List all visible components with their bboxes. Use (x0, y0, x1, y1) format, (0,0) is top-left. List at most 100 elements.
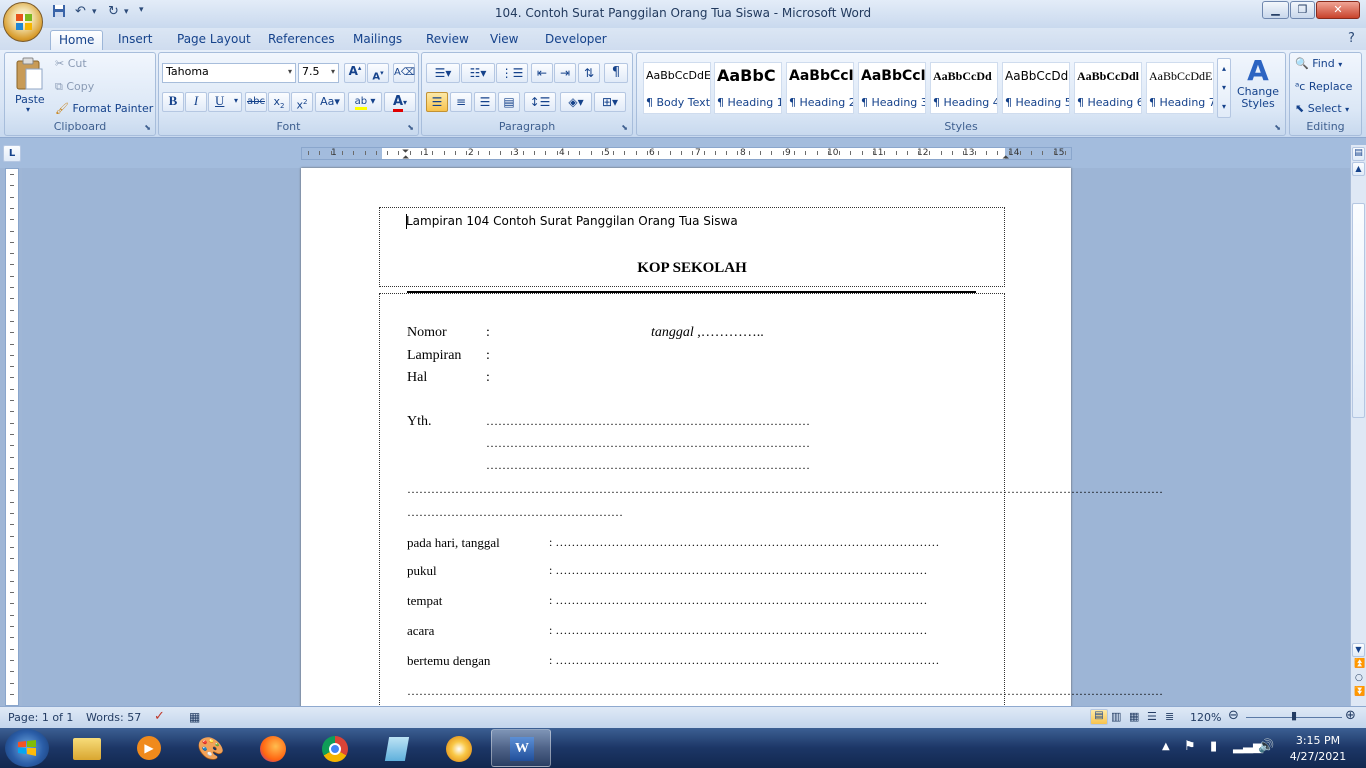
justify-icon[interactable]: ▤ (498, 92, 520, 112)
underline-icon[interactable]: U ▾ (208, 92, 242, 112)
tab-review[interactable]: Review (418, 30, 477, 50)
clock[interactable]: 3:15 PM 4/27/2021 (1280, 733, 1356, 765)
zoom-out-icon[interactable]: ⊖ (1228, 708, 1239, 723)
ruler-toggle-icon[interactable]: ▤ (1352, 147, 1365, 161)
draft-icon[interactable]: ≣ (1165, 710, 1174, 723)
grow-font-icon[interactable]: A▴ (344, 63, 366, 83)
tab-insert[interactable]: Insert (110, 30, 160, 50)
field-label-pukul[interactable]: pukul (407, 563, 437, 579)
styles-scroll[interactable]: ▴ ▾ ▾ (1217, 58, 1231, 118)
style-heading-7[interactable]: AaBbCcDdE ¶ Heading 7 (1146, 62, 1214, 114)
kop-sekolah[interactable]: KOP SEKOLAH (301, 260, 1083, 277)
shrink-font-icon[interactable]: A▾ (367, 63, 389, 83)
office-button[interactable] (3, 2, 43, 42)
highlight-icon[interactable]: ab ▾ (348, 92, 382, 112)
change-styles-button[interactable]: A Change Styles (1235, 56, 1281, 118)
save-icon[interactable] (52, 4, 66, 22)
app-taskbar-icon[interactable] (429, 729, 489, 767)
yth-dots-2[interactable]: ……………………………………………………………………… (486, 436, 810, 451)
close-button[interactable]: ✕ (1316, 1, 1360, 19)
decrease-indent-icon[interactable]: ⇤ (531, 63, 553, 83)
italic-icon[interactable]: I (185, 92, 207, 112)
clipboard-launcher-icon[interactable]: ⬊ (144, 123, 151, 132)
field-value-hari[interactable]: : …………………………………………………………………………………… (549, 535, 939, 550)
font-color-icon[interactable]: A▾ (384, 92, 416, 112)
nomor-label[interactable]: Nomor (407, 325, 447, 341)
proofing-icon[interactable]: ✓ (154, 709, 165, 724)
style-heading-2[interactable]: AaBbCcI ¶ Heading 2 (786, 62, 854, 114)
find-button[interactable]: 🔍 Find ▾ (1295, 57, 1342, 70)
paste-button[interactable]: Paste ▾ (10, 55, 48, 115)
next-page-icon[interactable]: ⏬ (1354, 687, 1365, 697)
format-painter-button[interactable]: 🖌 Format Painter (55, 102, 153, 115)
redo-dropdown-icon[interactable]: ▾ (124, 7, 129, 25)
copy-button[interactable]: ⧉ Copy (55, 80, 94, 94)
style-heading-1[interactable]: AaBbC ¶ Heading 1 (714, 62, 782, 114)
previous-page-icon[interactable]: ⏫ (1354, 659, 1365, 669)
subscript-icon[interactable]: x2 (268, 92, 290, 112)
increase-indent-icon[interactable]: ⇥ (554, 63, 576, 83)
zoom-slider-thumb[interactable]: ▮ (1291, 709, 1297, 722)
field-label-tempat[interactable]: tempat (407, 593, 442, 609)
field-value-bertemu[interactable]: : …………………………………………………………………………………… (549, 653, 939, 668)
bold-icon[interactable]: B (162, 92, 184, 112)
undo-icon[interactable]: ↶ (75, 4, 86, 22)
maximize-button[interactable]: ❐ (1290, 1, 1315, 19)
page-count[interactable]: Page: 1 of 1 (8, 711, 73, 724)
macro-record-icon[interactable]: ▦ (189, 710, 200, 724)
select-button[interactable]: ⬉ Select ▾ (1295, 102, 1349, 115)
redo-icon[interactable]: ↻ (108, 4, 119, 22)
volume-icon[interactable]: 🔊 (1258, 739, 1274, 754)
action-center-icon[interactable]: ⚑ (1184, 739, 1196, 754)
lampiran-label[interactable]: Lampiran (407, 348, 461, 364)
explorer-taskbar-icon[interactable] (57, 729, 117, 767)
underline-dropdown-icon[interactable]: ▾ (234, 96, 238, 105)
select-browse-object-icon[interactable]: ○ (1355, 673, 1363, 683)
field-label-bertemu[interactable]: bertemu dengan (407, 653, 490, 669)
styles-launcher-icon[interactable]: ⬊ (1274, 123, 1281, 132)
field-value-tempat[interactable]: : ………………………………………………………………………………… (549, 593, 927, 608)
multilevel-list-icon[interactable]: ⋮☰ (496, 63, 528, 83)
outline-icon[interactable]: ☰ (1147, 710, 1157, 723)
tab-mailings[interactable]: Mailings (345, 30, 410, 50)
notes-taskbar-icon[interactable] (367, 729, 427, 767)
paragraph-dots-1[interactable]: …………………………………………………………………………………………………………… (407, 482, 1163, 497)
align-right-icon[interactable]: ☰ (474, 92, 496, 112)
font-name-combo[interactable]: Tahoma ▾ (162, 63, 296, 83)
word-count[interactable]: Words: 57 (86, 711, 141, 724)
tab-references[interactable]: References (260, 30, 343, 50)
font-size-combo[interactable]: 7.5 ▾ (298, 63, 339, 83)
firefox-taskbar-icon[interactable] (243, 729, 303, 767)
font-launcher-icon[interactable]: ⬊ (407, 123, 414, 132)
superscript-icon[interactable]: x2 (291, 92, 313, 112)
style-heading-3[interactable]: AaBbCcI ¶ Heading 3 (858, 62, 926, 114)
paragraph-dots-2[interactable]: ……………………………………………… (407, 505, 623, 520)
left-indent-marker[interactable]: ⏶ (402, 153, 409, 163)
vertical-ruler[interactable] (5, 168, 19, 706)
replace-button[interactable]: ᵃc Replace (1295, 80, 1352, 93)
field-value-pukul[interactable]: : ………………………………………………………………………………… (549, 563, 927, 578)
change-case-icon[interactable]: Aa▾ (315, 92, 345, 112)
media-player-taskbar-icon[interactable]: ▶ (119, 729, 179, 767)
document-page[interactable]: Lampiran 104 Contoh Surat Panggilan Oran… (301, 168, 1163, 713)
yth-label[interactable]: Yth. (407, 414, 432, 430)
style-heading-4[interactable]: AaBbCcDd ¶ Heading 4 (930, 62, 998, 114)
header-text[interactable]: Lampiran 104 Contoh Surat Panggilan Oran… (406, 214, 738, 228)
tab-page-layout[interactable]: Page Layout (169, 30, 259, 50)
sort-icon[interactable]: ⇅ (578, 63, 600, 83)
tab-home[interactable]: Home (50, 30, 104, 50)
zoom-in-icon[interactable]: ⊕ (1345, 708, 1356, 723)
tab-developer[interactable]: Developer (537, 30, 615, 50)
style-heading-5[interactable]: AaBbCcDd ¶ Heading 5 (1002, 62, 1070, 114)
field-label-hari[interactable]: pada hari, tanggal (407, 535, 500, 551)
zoom-level[interactable]: 120% (1190, 711, 1221, 724)
web-layout-icon[interactable]: ▦ (1129, 710, 1139, 723)
word-taskbar-icon[interactable]: W (491, 729, 551, 767)
bullets-icon[interactable]: ☰▾ (426, 63, 460, 83)
help-icon[interactable]: ? (1348, 31, 1355, 46)
align-center-icon[interactable]: ≡ (450, 92, 472, 112)
strikethrough-icon[interactable]: abc (245, 92, 267, 112)
paragraph-dots-3[interactable]: …………………………………………………………………………………………………………… (407, 684, 1163, 699)
paint-taskbar-icon[interactable]: 🎨 (181, 729, 241, 767)
yth-dots-3[interactable]: ……………………………………………………………………… (486, 458, 810, 473)
